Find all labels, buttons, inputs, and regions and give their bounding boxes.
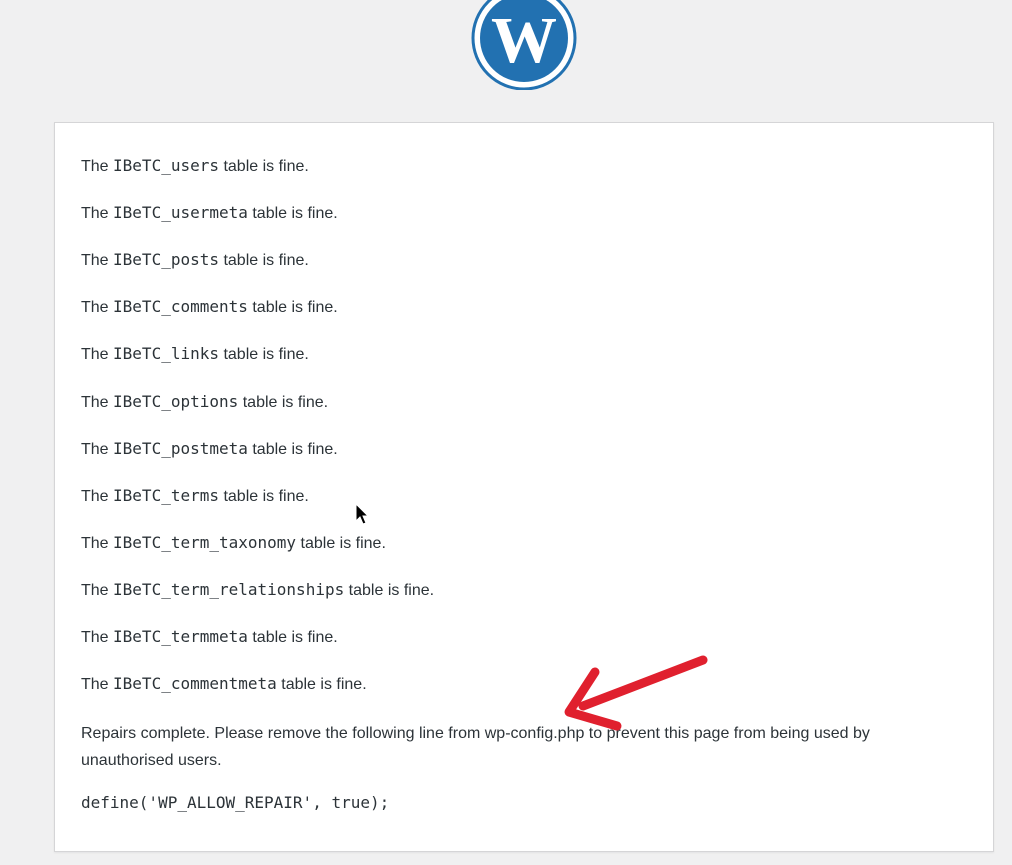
red-arrow-annotation-icon xyxy=(564,655,708,731)
table-check-result: The IBeTC_comments table is fine. xyxy=(81,297,338,318)
result-prefix: The xyxy=(81,676,109,694)
table-check-result: The IBeTC_commentmeta table is fine. xyxy=(81,674,367,695)
table-check-result: The IBeTC_termmeta table is fine. xyxy=(81,627,338,648)
table-check-result: The IBeTC_term_relationships table is fi… xyxy=(81,580,434,601)
table-check-result: The IBeTC_posts table is fine. xyxy=(81,250,309,271)
table-name: IBeTC_term_taxonomy xyxy=(113,532,297,552)
wordpress-logo-icon: W xyxy=(471,0,577,90)
table-name: IBeTC_options xyxy=(113,391,239,411)
table-check-result: The IBeTC_users table is fine. xyxy=(81,156,309,177)
table-name: IBeTC_links xyxy=(113,344,219,364)
mouse-pointer-icon xyxy=(355,503,369,525)
result-status: table is fine. xyxy=(348,581,435,599)
result-prefix: The xyxy=(81,205,109,223)
svg-text:W: W xyxy=(491,4,557,77)
result-status: table is fine. xyxy=(223,487,309,505)
result-prefix: The xyxy=(81,299,109,317)
table-name: IBeTC_term_relationships xyxy=(113,579,345,599)
result-status: table is fine. xyxy=(252,205,338,223)
result-status: table is fine. xyxy=(281,676,367,694)
table-check-result: The IBeTC_usermeta table is fine. xyxy=(81,203,338,224)
result-prefix: The xyxy=(81,440,109,458)
result-status: table is fine. xyxy=(223,252,309,270)
result-status: table is fine. xyxy=(252,629,338,646)
table-name: IBeTC_usermeta xyxy=(113,203,248,223)
result-prefix: The xyxy=(81,581,109,599)
repair-page: W The IBeTC_users table is fine. The IBeT… xyxy=(0,0,1012,865)
result-prefix: The xyxy=(81,534,109,552)
define-wp-allow-repair-line: define('WP_ALLOW_REPAIR', true); xyxy=(81,793,390,812)
result-prefix: The xyxy=(81,252,109,270)
result-prefix: The xyxy=(81,629,109,646)
table-name: IBeTC_postmeta xyxy=(113,438,248,458)
result-status: table is fine. xyxy=(300,534,386,552)
repair-results-card: The IBeTC_users table is fine. The IBeTC_… xyxy=(54,122,994,852)
result-status: table is fine. xyxy=(223,158,309,175)
result-prefix: The xyxy=(81,346,109,364)
result-prefix: The xyxy=(81,487,109,505)
result-status: table is fine. xyxy=(223,346,309,364)
result-status: table is fine. xyxy=(242,393,329,411)
result-prefix: The xyxy=(81,158,109,175)
table-name: IBeTC_terms xyxy=(113,485,219,505)
table-name: IBeTC_posts xyxy=(113,250,219,270)
table-check-result: The IBeTC_terms table is fine. xyxy=(81,486,309,507)
table-check-result: The IBeTC_options table is fine. xyxy=(81,392,328,413)
result-status: table is fine. xyxy=(252,440,338,458)
result-status: table is fine. xyxy=(252,299,338,317)
table-name: IBeTC_commentmeta xyxy=(113,674,277,694)
result-prefix: The xyxy=(81,393,109,411)
table-name: IBeTC_users xyxy=(113,156,219,175)
table-name: IBeTC_termmeta xyxy=(113,627,248,646)
table-check-result: The IBeTC_term_taxonomy table is fine. xyxy=(81,533,386,554)
repairs-complete-message: Repairs complete. Please remove the foll… xyxy=(81,725,870,769)
table-check-result: The IBeTC_postmeta table is fine. xyxy=(81,439,338,460)
table-check-result: The IBeTC_links table is fine. xyxy=(81,344,309,365)
table-name: IBeTC_comments xyxy=(113,297,248,317)
